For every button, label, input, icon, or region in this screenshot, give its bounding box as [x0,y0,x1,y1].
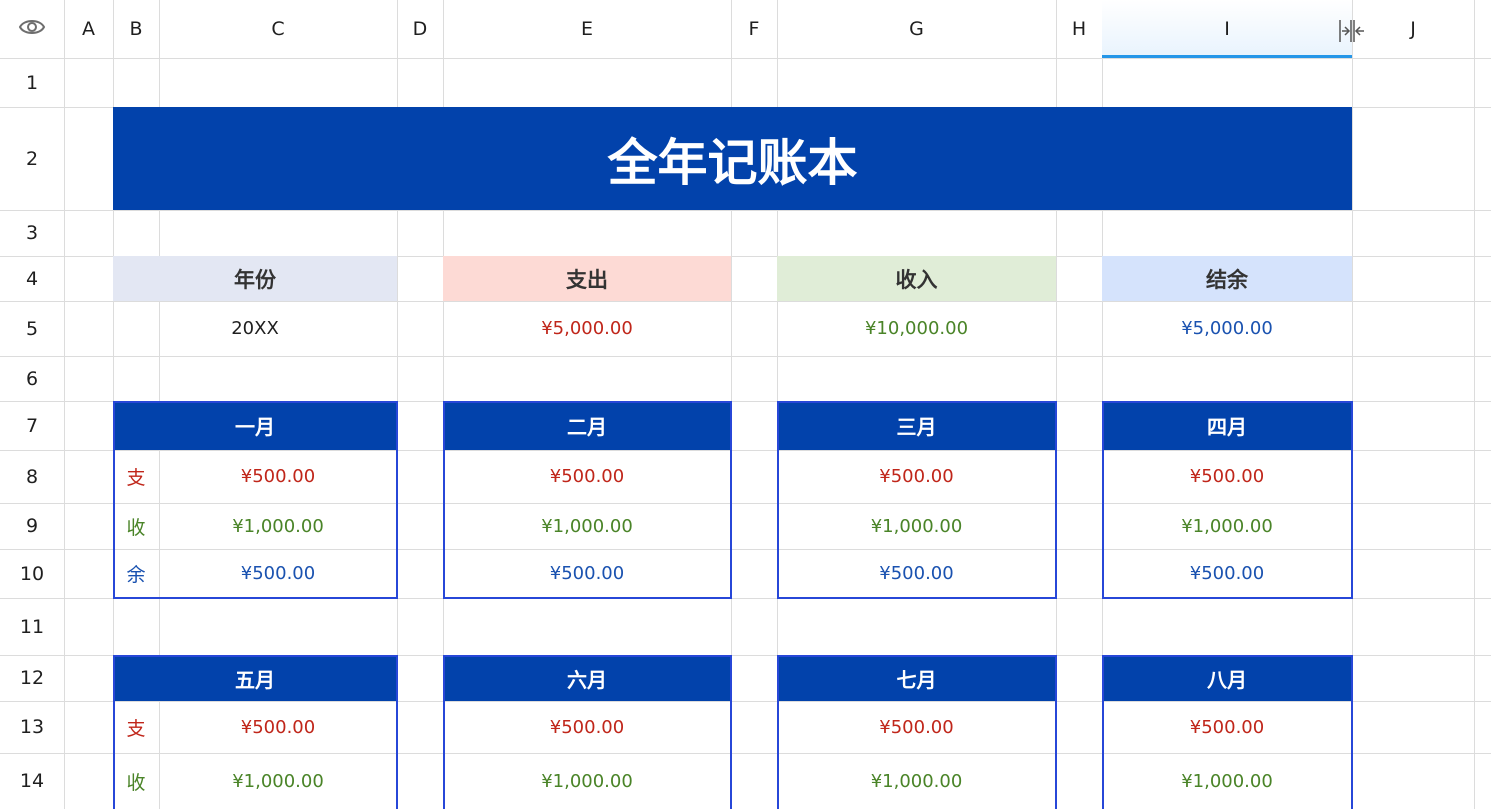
row-label-income: 收 [126,771,146,794]
month-income-value[interactable]: ¥1,000.00 [159,753,397,809]
row-label-expense: 支 [126,467,146,489]
column-header-d[interactable]: D [397,0,443,58]
grid-line-horizontal [0,356,1491,357]
column-header-i[interactable]: I [1102,0,1352,58]
month-income-value[interactable]: ¥1,000.00 [1102,753,1352,809]
grid-line-horizontal [0,210,1491,211]
month-income-value[interactable]: ¥1,000.00 [443,753,731,809]
grid-line-vertical [1474,0,1475,809]
column-header-a[interactable]: A [64,0,113,58]
month-header[interactable]: 二月 [443,401,731,450]
month-expense-value[interactable]: ¥500.00 [1102,450,1352,503]
row-header-3[interactable]: 3 [0,210,64,256]
row-header-5[interactable]: 5 [0,301,64,356]
month-header[interactable]: 七月 [777,655,1056,701]
summary-value-expense[interactable]: ¥5,000.00 [443,301,731,356]
column-header-e[interactable]: E [443,0,731,58]
grid-line-vertical [1352,0,1353,809]
month-income-value[interactable]: ¥1,000.00 [443,503,731,549]
row-label-balance: 余 [126,564,146,586]
grid-line-horizontal [0,58,1491,59]
summary-value-income[interactable]: ¥10,000.00 [777,301,1056,356]
summary-header-income[interactable]: 收入 [777,256,1056,301]
column-header-g[interactable]: G [777,0,1056,58]
spreadsheet[interactable]: A B C D E F G H I J 1 2 3 4 5 6 7 8 9 10 11 12 13 14 全年记账本 年份 20X… [0,0,1491,809]
month-income-value[interactable]: ¥1,000.00 [777,503,1056,549]
month-balance-value[interactable]: ¥500.00 [1102,549,1352,598]
row-header-1[interactable]: 1 [0,58,64,107]
row-header-10[interactable]: 10 [0,549,64,598]
row-header-13[interactable]: 13 [0,701,64,753]
summary-header-year[interactable]: 年份 [113,256,397,301]
row-header-4[interactable]: 4 [0,256,64,301]
row-label-expense: 支 [126,717,146,740]
row-label-income: 收 [126,516,146,539]
month-income-value[interactable]: ¥1,000.00 [1102,503,1352,549]
row-header-11[interactable]: 11 [0,598,64,655]
month-header[interactable]: 一月 [113,401,397,450]
column-header-h[interactable]: H [1056,0,1102,58]
column-header-c[interactable]: C [159,0,397,58]
row-header-12[interactable]: 12 [0,655,64,701]
month-expense-value[interactable]: ¥500.00 [159,701,397,753]
column-header-f[interactable]: F [731,0,777,58]
month-balance-value[interactable]: ¥500.00 [443,549,731,598]
row-header-8[interactable]: 8 [0,450,64,503]
row-header-14[interactable]: 14 [0,753,64,809]
column-header-b[interactable]: B [113,0,159,58]
row-header-7[interactable]: 7 [0,401,64,450]
month-expense-value[interactable]: ¥500.00 [777,701,1056,753]
row-header-9[interactable]: 9 [0,503,64,549]
month-header[interactable]: 八月 [1102,655,1352,701]
column-header-j[interactable]: J [1352,0,1474,58]
month-header[interactable]: 三月 [777,401,1056,450]
column-resize-icon[interactable] [1338,18,1366,44]
row-header-2[interactable]: 2 [0,107,64,210]
month-expense-value[interactable]: ¥500.00 [1102,701,1352,753]
sheet-title[interactable]: 全年记账本 [113,107,1352,210]
eye-icon[interactable] [18,16,46,38]
month-income-value[interactable]: ¥1,000.00 [159,503,397,549]
summary-value-year[interactable]: 20XX [113,301,397,356]
month-income-value[interactable]: ¥1,000.00 [777,753,1056,809]
month-expense-value[interactable]: ¥500.00 [777,450,1056,503]
month-header[interactable]: 六月 [443,655,731,701]
summary-value-balance[interactable]: ¥5,000.00 [1102,301,1352,356]
month-balance-value[interactable]: ¥500.00 [777,549,1056,598]
month-expense-value[interactable]: ¥500.00 [443,450,731,503]
row-header-6[interactable]: 6 [0,356,64,401]
summary-header-balance[interactable]: 结余 [1102,256,1352,301]
month-header[interactable]: 五月 [113,655,397,701]
month-expense-value[interactable]: ¥500.00 [443,701,731,753]
grid-line-vertical [64,0,65,809]
month-expense-value[interactable]: ¥500.00 [159,450,397,503]
month-balance-value[interactable]: ¥500.00 [159,549,397,598]
month-header[interactable]: 四月 [1102,401,1352,450]
summary-header-expense[interactable]: 支出 [443,256,731,301]
grid-line-horizontal [0,598,1491,599]
